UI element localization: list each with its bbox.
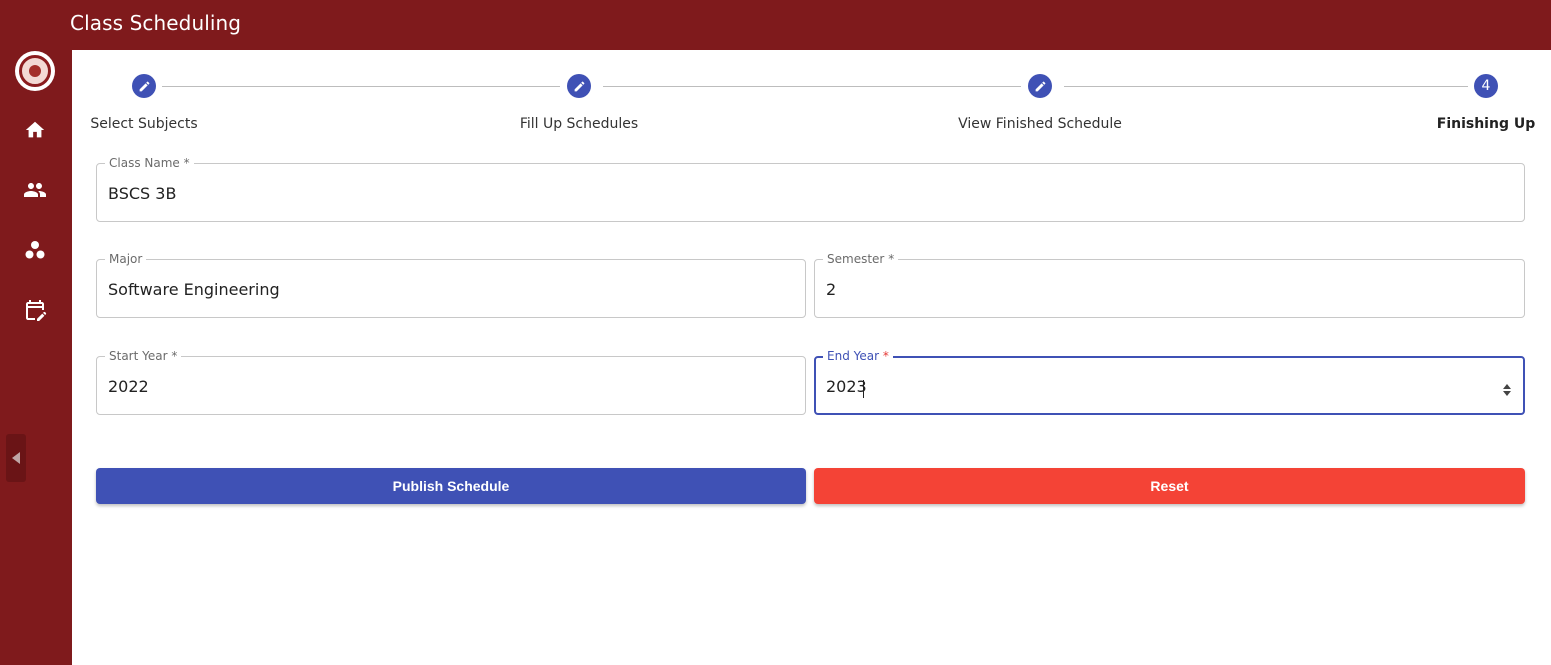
step-4-active-circle[interactable]: 4: [1474, 74, 1498, 98]
home-icon[interactable]: [22, 117, 48, 143]
app-root: Class Scheduling 4 Select Subjects Fill …: [0, 0, 1551, 665]
major-label: Major: [105, 252, 147, 266]
text-cursor: [863, 380, 864, 398]
pencil-icon: [1035, 81, 1045, 91]
sidebar-collapse-toggle[interactable]: [6, 434, 26, 482]
start-year-field[interactable]: Start Year *: [96, 349, 806, 415]
step-label-fill-up-schedules[interactable]: Fill Up Schedules: [520, 116, 638, 132]
step-label-view-finished-schedule[interactable]: View Finished Schedule: [958, 116, 1122, 132]
spin-up-icon: [1503, 384, 1511, 389]
class-name-label: Class Name *: [105, 156, 194, 170]
sidebar: [0, 50, 72, 665]
semester-label: Semester *: [823, 252, 899, 266]
number-spinner[interactable]: [1502, 382, 1512, 398]
reset-button[interactable]: Reset: [814, 468, 1525, 504]
class-name-input[interactable]: [108, 184, 1485, 203]
step-connector: [603, 86, 1021, 87]
class-name-field[interactable]: Class Name *: [96, 156, 1525, 222]
semester-field[interactable]: Semester *: [814, 252, 1525, 318]
university-logo: [15, 51, 55, 91]
app-bar: Class Scheduling: [0, 0, 1551, 50]
step-1-completed-circle[interactable]: [132, 74, 156, 98]
spin-down-icon: [1503, 391, 1511, 396]
end-year-label: End Year *: [823, 349, 893, 363]
end-year-input[interactable]: [826, 377, 1483, 396]
end-year-field[interactable]: End Year *: [814, 349, 1525, 415]
pencil-icon: [574, 81, 584, 91]
step-label-finishing-up[interactable]: Finishing Up: [1437, 116, 1535, 132]
chevron-left-icon: [12, 452, 20, 464]
start-year-label: Start Year *: [105, 349, 182, 363]
pencil-icon: [139, 81, 149, 91]
stepper: 4 Select Subjects Fill Up Schedules View…: [72, 50, 1551, 150]
edit-calendar-icon[interactable]: [22, 297, 48, 323]
groups-icon[interactable]: [22, 237, 48, 263]
step-connector: [162, 86, 560, 87]
major-field[interactable]: Major: [96, 252, 806, 318]
step-2-completed-circle[interactable]: [567, 74, 591, 98]
step-connector: [1064, 86, 1468, 87]
step-3-completed-circle[interactable]: [1028, 74, 1052, 98]
step-number: 4: [1481, 78, 1491, 94]
people-icon[interactable]: [22, 177, 48, 203]
step-label-select-subjects[interactable]: Select Subjects: [90, 116, 197, 132]
app-title: Class Scheduling: [70, 11, 242, 35]
major-input[interactable]: [108, 280, 766, 299]
semester-input[interactable]: [826, 280, 1485, 299]
start-year-input[interactable]: [108, 377, 766, 396]
publish-schedule-button[interactable]: Publish Schedule: [96, 468, 806, 504]
